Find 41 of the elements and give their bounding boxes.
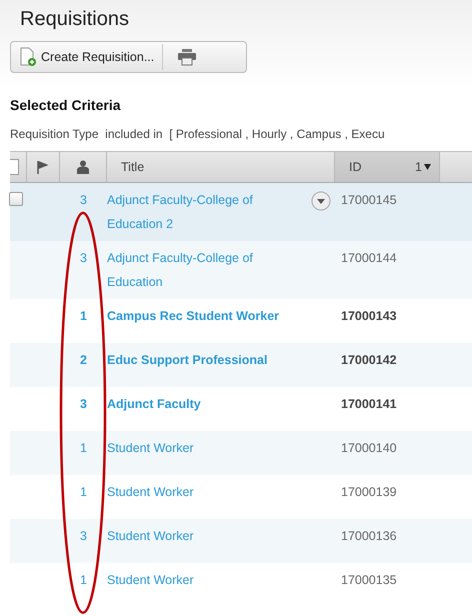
applicant-count[interactable]: 1 [60,436,107,470]
requisition-title-link[interactable]: Educ Support Professional [107,348,268,372]
requisition-id: 17000139 [340,484,398,501]
requisition-title-link[interactable]: Student Worker [107,480,194,504]
column-header[interactable]: Title [121,160,144,174]
new-document-icon [19,47,37,67]
requisition-title-link[interactable]: Student Worker [107,436,194,460]
applicant-count[interactable]: 3 [60,392,107,426]
requisition-title-link[interactable]: Adjunct Faculty-College of Education [107,246,292,294]
requisition-title-link[interactable]: Adjunct Faculty [107,392,201,416]
page-title: Requisitions [19,7,130,31]
sort-order: 1 [415,160,422,174]
person-icon[interactable] [76,160,90,174]
dropdown-menu-icon[interactable] [311,191,331,211]
applicant-count[interactable]: 3 [60,524,107,558]
select-all-checkbox[interactable] [10,159,19,175]
applicant-count[interactable]: 1 [60,568,107,602]
requisition-id: 17000140 [340,440,398,457]
column-header[interactable]: ID [349,160,362,174]
requisition-title-link[interactable]: Student Worker [107,568,194,592]
requisition-id: 17000136 [340,528,398,545]
requisition-title-link[interactable]: Campus Rec Student Worker [107,304,280,328]
row-checkbox[interactable] [9,192,23,206]
flag-icon[interactable] [37,160,49,174]
requisition-id: 17000135 [340,572,398,589]
criteria-text: Requisition Type included in [ Professional , Hourly , Campus , Execu [10,127,386,141]
requisition-id: 17000141 [340,396,398,413]
criteria-heading: Selected Criteria [10,97,122,113]
requisition-id: 17000143 [340,308,398,325]
requisition-id: 17000142 [340,352,398,369]
requisition-title-link[interactable]: Adjunct Faculty-College of Education 2 [107,188,292,236]
requisition-title-link[interactable]: Student Worker [107,524,194,548]
sort-desc-icon [424,164,431,170]
applicant-count[interactable]: 3 [60,188,107,236]
applicant-count[interactable]: 3 [60,246,107,294]
applicant-count[interactable]: 1 [60,480,107,514]
requisition-id: 17000144 [340,250,398,267]
printer-icon [177,48,198,66]
applicant-count[interactable]: 2 [60,348,107,382]
applicant-count[interactable]: 1 [60,304,107,338]
requisition-id: 17000145 [340,192,398,209]
